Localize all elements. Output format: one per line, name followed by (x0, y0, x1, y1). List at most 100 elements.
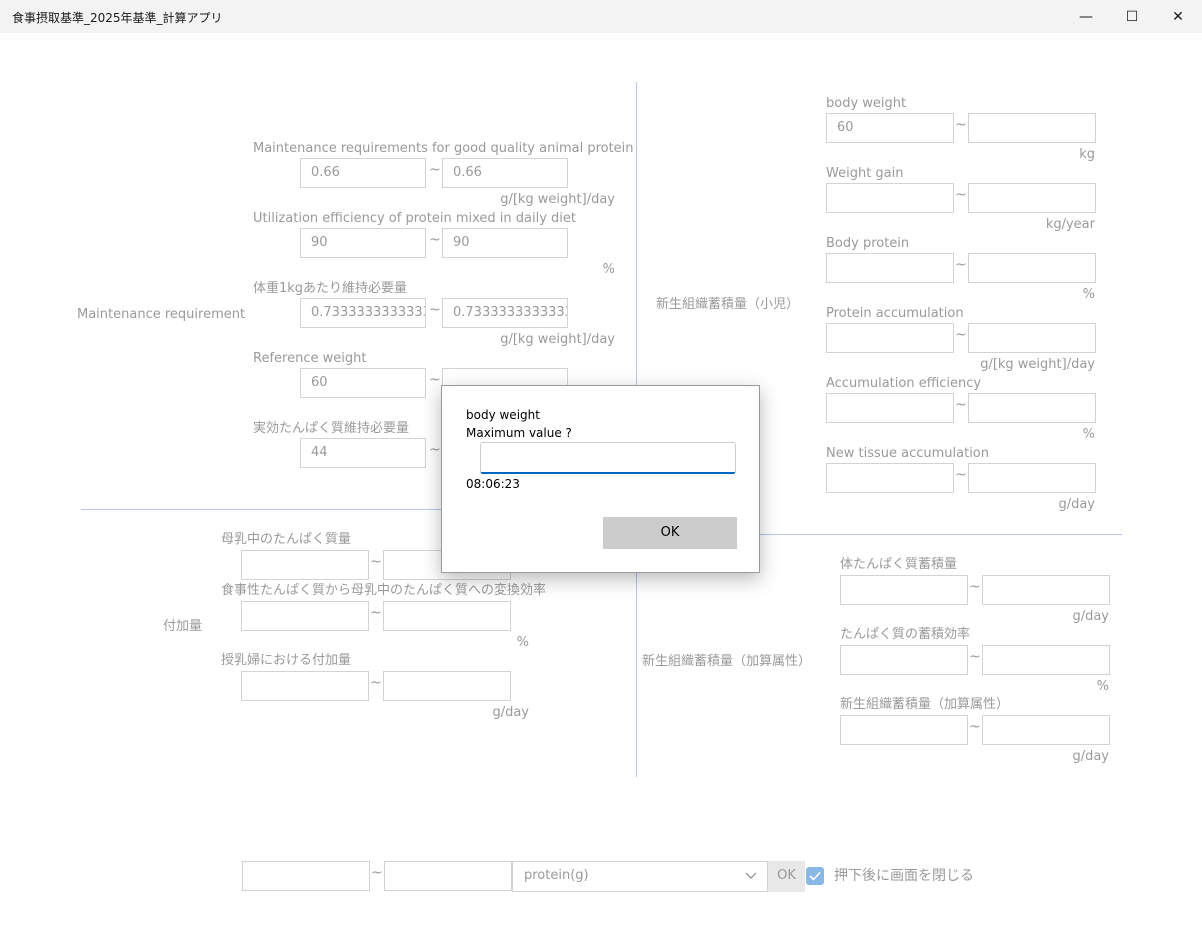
field-label: Maintenance requirements for good qualit… (253, 141, 634, 156)
maintenance-max-input-0[interactable]: 0.66 (442, 158, 568, 188)
result-min-input[interactable] (242, 861, 370, 891)
maintenance-max-input-1[interactable]: 90 (442, 228, 568, 258)
dialog-ok-button[interactable]: OK (603, 517, 737, 549)
additive-min-input-2[interactable] (840, 715, 968, 745)
field-label: New tissue accumulation (826, 446, 989, 461)
additive-max-input-0[interactable] (982, 575, 1110, 605)
range-separator: ~ (969, 719, 981, 735)
maximize-button[interactable]: ☐ (1109, 0, 1155, 33)
unit-label: g/[kg weight]/day (980, 357, 1095, 372)
field-label: 体重1kgあたり維持必要量 (253, 281, 408, 296)
field-label: 新生組織蓄積量（加算属性） (840, 697, 1010, 712)
close-after-label: 押下後に画面を閉じる (834, 868, 974, 884)
close-after-checkbox[interactable] (806, 867, 824, 885)
maintenance-max-input-2[interactable]: 0.73333333333333 (442, 298, 568, 328)
minimize-button[interactable]: — (1063, 0, 1109, 33)
maintenance-min-input-2[interactable]: 0.73333333333333 (300, 298, 426, 328)
unit-label: g/[kg weight]/day (500, 192, 615, 207)
field-label: body weight (826, 96, 907, 111)
input-dialog: body weight Maximum value ? 08:06:23 OK (441, 385, 760, 573)
dialog-title: body weight (466, 408, 540, 422)
additional-min-input-0[interactable] (241, 550, 369, 580)
nutrient-select-value: protein(g) (524, 868, 589, 883)
additional-max-input-1[interactable] (383, 601, 511, 631)
field-label: Protein accumulation (826, 306, 964, 321)
field-label: Weight gain (826, 166, 904, 181)
range-separator: ~ (969, 649, 981, 665)
additional-min-input-2[interactable] (241, 671, 369, 701)
range-separator: ~ (955, 257, 967, 273)
left-horizontal-divider (81, 509, 443, 510)
nutrient-select[interactable]: protein(g) (512, 861, 768, 892)
minimize-icon: — (1079, 8, 1093, 25)
child-min-input-4[interactable] (826, 393, 954, 423)
unit-label: g/[kg weight]/day (500, 332, 615, 347)
field-label: 授乳婦における付加量 (221, 653, 352, 668)
child-max-input-1[interactable] (968, 183, 1096, 213)
bottom-ok-button[interactable]: OK (768, 861, 805, 892)
title-bar: 食事摂取基準_2025年基準_計算アプリ — ☐ ✕ (0, 0, 1202, 33)
unit-label: % (1096, 679, 1109, 694)
child-accumulation-section-label: 新生組織蓄積量（小児） (656, 297, 800, 312)
window-title: 食事摂取基準_2025年基準_計算アプリ (12, 11, 223, 25)
child-min-input-0[interactable]: 60 (826, 113, 954, 143)
additive-min-input-0[interactable] (840, 575, 968, 605)
field-label: 食事性たんぱく質から母乳中のたんぱく質への変換効率 (221, 583, 547, 598)
maintenance-min-input-0[interactable]: 0.66 (300, 158, 426, 188)
maintenance-min-input-4[interactable]: 44 (300, 438, 426, 468)
field-label: 体たんぱく質蓄積量 (840, 557, 958, 572)
additive-accumulation-section-label: 新生組織蓄積量（加算属性） (642, 654, 812, 669)
additive-min-input-1[interactable] (840, 645, 968, 675)
maximize-icon: ☐ (1125, 8, 1139, 25)
range-separator: ~ (429, 232, 441, 248)
range-separator: ~ (370, 554, 382, 570)
range-separator: ~ (429, 302, 441, 318)
unit-label: g/day (492, 705, 529, 720)
checkmark-icon (809, 871, 821, 881)
range-separator: ~ (955, 397, 967, 413)
field-label: Body protein (826, 236, 910, 251)
right-horizontal-divider (760, 534, 1122, 535)
range-separator: ~ (955, 187, 967, 203)
range-separator: ~ (370, 675, 382, 691)
range-separator: ~ (969, 579, 981, 595)
dialog-prompt: Maximum value ? (466, 426, 572, 440)
field-label: 母乳中のたんぱく質量 (221, 532, 352, 547)
range-separator: ~ (955, 467, 967, 483)
range-separator: ~ (371, 865, 383, 881)
child-max-input-4[interactable] (968, 393, 1096, 423)
range-separator: ~ (429, 442, 441, 458)
range-separator: ~ (955, 327, 967, 343)
field-label: Utilization efficiency of protein mixed … (253, 211, 576, 226)
unit-label: g/day (1072, 609, 1109, 624)
unit-label: kg (1079, 147, 1095, 162)
child-min-input-5[interactable] (826, 463, 954, 493)
unit-label: kg/year (1045, 217, 1095, 232)
range-separator: ~ (429, 162, 441, 178)
child-min-input-2[interactable] (826, 253, 954, 283)
child-max-input-5[interactable] (968, 463, 1096, 493)
maintenance-min-input-1[interactable]: 90 (300, 228, 426, 258)
field-label: たんぱく質の蓄積効率 (840, 627, 971, 642)
field-label: 実効たんぱく質維持必要量 (253, 421, 410, 436)
child-max-input-0[interactable] (968, 113, 1096, 143)
unit-label: % (1082, 287, 1095, 302)
maintenance-min-input-3[interactable]: 60 (300, 368, 426, 398)
child-max-input-3[interactable] (968, 323, 1096, 353)
additional-min-input-1[interactable] (241, 601, 369, 631)
child-min-input-1[interactable] (826, 183, 954, 213)
range-separator: ~ (429, 372, 441, 388)
additive-max-input-1[interactable] (982, 645, 1110, 675)
result-max-input[interactable] (384, 861, 512, 891)
child-min-input-3[interactable] (826, 323, 954, 353)
unit-label: g/day (1058, 497, 1095, 512)
dialog-value-input[interactable] (480, 442, 736, 474)
unit-label: % (516, 635, 529, 650)
child-max-input-2[interactable] (968, 253, 1096, 283)
additive-max-input-2[interactable] (982, 715, 1110, 745)
close-button[interactable]: ✕ (1155, 0, 1201, 33)
unit-label: % (1082, 427, 1095, 442)
close-icon: ✕ (1172, 8, 1184, 25)
dialog-time: 08:06:23 (466, 477, 520, 491)
additional-max-input-2[interactable] (383, 671, 511, 701)
